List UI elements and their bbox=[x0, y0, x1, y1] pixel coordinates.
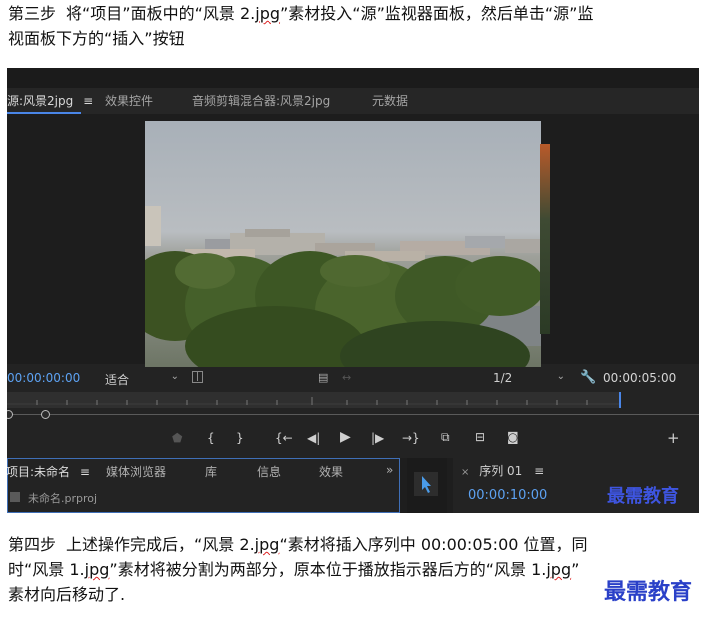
close-icon[interactable]: × bbox=[461, 467, 469, 478]
insert-button[interactable]: ⧉ bbox=[441, 430, 450, 445]
panel-menu-icon[interactable]: ≡ bbox=[534, 464, 544, 478]
overwrite-button[interactable]: ⊟ bbox=[475, 430, 485, 444]
mark-out-button[interactable]: } bbox=[236, 431, 244, 445]
tab-project-label: 项目:未命名 bbox=[7, 465, 71, 479]
playback-resolution-select[interactable]: 1/2 ⌄ bbox=[493, 371, 565, 387]
step3-text-b: ”素材投入“源”监视器面板，然后单击“源”监 bbox=[280, 4, 594, 23]
time-ruler[interactable] bbox=[7, 392, 621, 408]
scroll-handle-right[interactable] bbox=[41, 410, 50, 419]
step3-line2: 视面板下方的“插入”按钮 bbox=[8, 29, 185, 48]
watermark-logo: 最需教育 bbox=[607, 486, 679, 507]
step4-line2-jpg2: jpg bbox=[546, 560, 572, 579]
tab-info[interactable]: 信息 bbox=[257, 463, 281, 480]
current-timecode[interactable]: 00:00:00:00 bbox=[7, 371, 80, 385]
step4-line2-b: ”素材将被分割为两部分，原本位于播放指示器后方的“风景 1. bbox=[109, 560, 547, 579]
step4-text-a: 上述操作完成后，“风景 2. bbox=[66, 535, 255, 554]
step3-line1: 第三步 将“项目”面板中的“风景 2.jpg”素材投入“源”监视器面板，然后单击“… bbox=[8, 1, 720, 26]
sequence-tab-label: 序列 01 bbox=[479, 464, 523, 478]
video-preview-landscape bbox=[145, 121, 541, 367]
tab-metadata[interactable]: 元数据 bbox=[372, 92, 408, 109]
tab-source[interactable]: 源:风景2jpg ≡ bbox=[7, 92, 93, 109]
play-button[interactable]: ▶ bbox=[340, 429, 351, 445]
workspace-strip bbox=[7, 68, 699, 88]
zoom-fit-select[interactable]: 适合 ⌄ bbox=[105, 371, 179, 387]
panel-menu-icon[interactable]: ≡ bbox=[80, 465, 90, 479]
step4-line2-jpg: jpg bbox=[84, 560, 110, 579]
tab-audio-clip-mixer[interactable]: 音频剪辑混合器:风景2jpg bbox=[192, 92, 330, 109]
selection-tool-button[interactable] bbox=[414, 472, 438, 496]
watermark-logo-bottom: 最需教育 bbox=[604, 579, 693, 605]
step4-line2-c: ” bbox=[571, 560, 580, 579]
source-monitor-tabbar: 源:风景2jpg ≡ 效果控件 音频剪辑混合器:风景2jpg 元数据 bbox=[7, 88, 699, 114]
zoom-fit-label: 适合 bbox=[105, 373, 130, 387]
chevron-down-icon: ⌄ bbox=[556, 371, 565, 382]
step3-label: 第三步 bbox=[8, 4, 57, 23]
source-monitor-viewport bbox=[7, 114, 699, 367]
step4-line2-a: 时“风景 1. bbox=[8, 560, 85, 579]
tools-panel bbox=[407, 458, 447, 513]
tab-sequence-01[interactable]: × 序列 01 ≡ bbox=[461, 462, 544, 479]
landscape-image bbox=[145, 121, 541, 367]
sequence-timecode[interactable]: 00:00:10:00 bbox=[468, 488, 547, 503]
panel-menu-icon[interactable]: ≡ bbox=[83, 94, 93, 108]
project-file-icon bbox=[10, 492, 20, 502]
playback-resolution-label: 1/2 bbox=[493, 371, 513, 385]
step3-jpg: jpg bbox=[255, 4, 281, 23]
drag-audio-icon[interactable]: ↔ bbox=[342, 371, 351, 384]
step-back-button[interactable]: ◀| bbox=[307, 431, 320, 445]
transport-controls: ⬟ { } {← ◀| ▶ |▶ →} ⧉ ⊟ ◙ + bbox=[7, 428, 699, 450]
arrow-cursor-icon bbox=[422, 476, 431, 493]
step4-jpg: jpg bbox=[254, 535, 280, 554]
button-editor-button[interactable]: + bbox=[667, 429, 680, 447]
tab-overflow-icon[interactable]: » bbox=[386, 463, 393, 477]
scroll-handle-left[interactable] bbox=[7, 410, 13, 419]
step4-text-b: “素材将插入序列中 00:00:05:00 位置，同 bbox=[279, 535, 588, 554]
project-file-name[interactable]: 未命名.prproj bbox=[28, 490, 97, 506]
premiere-screenshot: 源:风景2jpg ≡ 效果控件 音频剪辑混合器:风景2jpg 元数据 00:00… bbox=[7, 68, 699, 513]
tab-effect-controls[interactable]: 效果控件 bbox=[105, 92, 153, 109]
export-frame-button[interactable]: ◙ bbox=[507, 430, 519, 444]
duration-timecode: 00:00:05:00 bbox=[603, 371, 677, 385]
tab-source-label: 源:风景2jpg bbox=[7, 94, 74, 108]
lower-panels: 项目:未命名 ≡ 媒体浏览器 库 信息 效果 » 未命名.prproj × 序列… bbox=[7, 458, 699, 513]
tab-media-browser[interactable]: 媒体浏览器 bbox=[106, 463, 166, 480]
chevron-down-icon: ⌄ bbox=[170, 371, 179, 382]
drag-video-icon[interactable]: ▤ bbox=[318, 371, 328, 384]
go-to-in-button[interactable]: {← bbox=[275, 431, 293, 445]
ruler-ticks bbox=[7, 392, 621, 408]
clip-settings-icon[interactable]: | bbox=[192, 371, 204, 383]
adjacent-panel-edge bbox=[540, 144, 550, 334]
scrollbar-track bbox=[7, 414, 699, 415]
go-to-out-button[interactable]: →} bbox=[402, 431, 420, 445]
source-monitor-controls: 00:00:00:00 适合 ⌄ | ▤ ↔ 1/2 ⌄ 🔧 00:00:05:… bbox=[7, 368, 699, 392]
zoom-scrollbar[interactable] bbox=[7, 408, 699, 422]
project-panel: 项目:未命名 ≡ 媒体浏览器 库 信息 效果 » 未命名.prproj bbox=[7, 458, 400, 513]
tab-effects[interactable]: 效果 bbox=[319, 463, 343, 480]
step3-instruction: 第三步 将“项目”面板中的“风景 2.jpg”素材投入“源”监视器面板，然后单击“… bbox=[8, 1, 720, 51]
tab-project[interactable]: 项目:未命名 ≡ bbox=[7, 463, 90, 480]
step-forward-button[interactable]: |▶ bbox=[371, 431, 384, 445]
step4-label: 第四步 bbox=[8, 535, 57, 554]
step3-text-a: 将“项目”面板中的“风景 2. bbox=[66, 4, 256, 23]
add-marker-button[interactable]: ⬟ bbox=[172, 431, 182, 445]
wrench-icon[interactable]: 🔧 bbox=[580, 370, 596, 385]
step4-line1: 第四步 上述操作完成后，“风景 2.jpg“素材将插入序列中 00:00:05:0… bbox=[8, 532, 720, 557]
mark-in-button[interactable]: { bbox=[207, 431, 215, 445]
tab-libraries[interactable]: 库 bbox=[205, 463, 217, 480]
